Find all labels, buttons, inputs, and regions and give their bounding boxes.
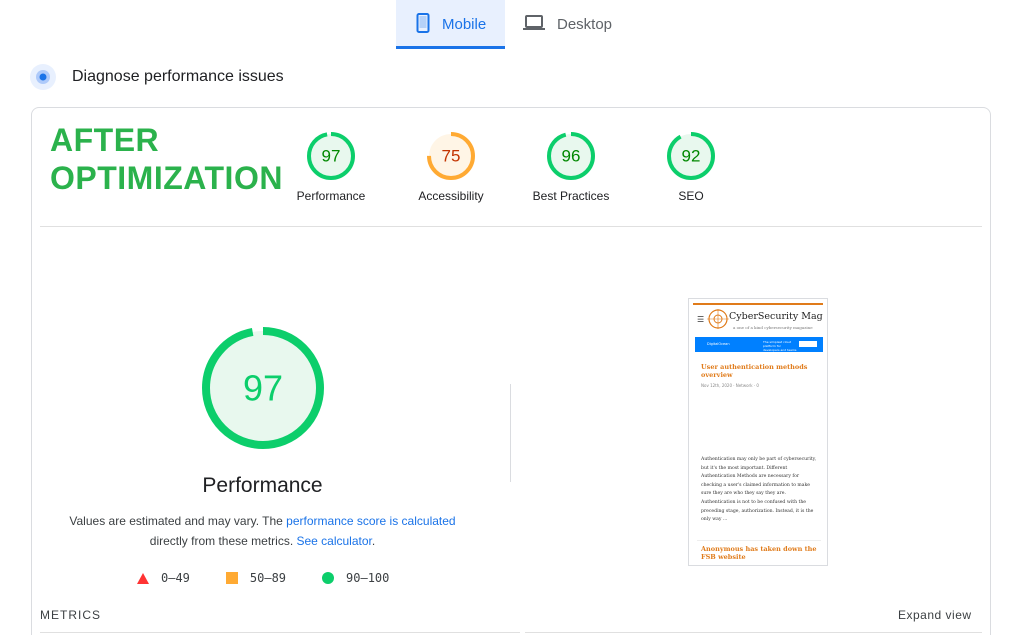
legend-label: 0–49 xyxy=(161,571,190,585)
gauge-score: 97 xyxy=(322,147,341,166)
laptop-icon xyxy=(523,14,545,35)
after-label-line2: OPTIMIZATION xyxy=(50,160,283,196)
section-title: Diagnose performance issues xyxy=(72,68,284,85)
device-tabs: Mobile Desktop xyxy=(396,0,625,49)
smartphone-icon xyxy=(416,12,430,37)
gauge-score: 75 xyxy=(442,147,461,166)
see-calculator-link[interactable]: See calculator xyxy=(296,534,371,548)
page-screenshot[interactable]: ☰ CyberSecurity Mag a one of a kind cybe… xyxy=(688,298,828,566)
legend-label: 90–100 xyxy=(346,571,390,585)
gauge-label: Best Practices xyxy=(532,189,610,203)
after-optimization-label: AFTER OPTIMIZATION xyxy=(50,121,283,197)
tab-mobile[interactable]: Mobile xyxy=(396,0,505,49)
gauge-score: 97 xyxy=(243,368,283,409)
legend-label: 50–89 xyxy=(249,571,287,585)
site-name: CyberSecurity Mag xyxy=(729,311,823,322)
ad-banner: DigitalOcean The simplest cloud platform… xyxy=(695,337,823,352)
tab-desktop-label: Desktop xyxy=(557,16,613,33)
article1-title: User authentication methods overview xyxy=(701,363,808,379)
seo-score-ring: 92 xyxy=(667,132,715,180)
metrics-heading: METRICS xyxy=(40,608,101,622)
gauge-seo[interactable]: 92 SEO xyxy=(636,131,746,203)
best-practices-score-ring: 96 xyxy=(547,132,595,180)
site-tagline: a one of a kind cybersecurity magazine xyxy=(733,325,813,330)
divider xyxy=(40,632,520,633)
banner-brand: DigitalOcean xyxy=(707,342,730,346)
expand-view-button[interactable]: Expand view xyxy=(898,608,972,622)
desc-text: directly from these metrics. xyxy=(149,534,297,548)
divider xyxy=(40,226,982,227)
performance-score-link[interactable]: performance score is calculated xyxy=(286,514,455,528)
hamburger-icon: ☰ xyxy=(697,315,705,324)
article1-meta: Nov 12th, 2020 · Network · 0 xyxy=(701,383,759,388)
legend-pass: 90–100 xyxy=(322,571,389,585)
gauge-performance[interactable]: 97 Performance xyxy=(276,131,386,203)
section-header: Diagnose performance issues xyxy=(30,64,284,90)
fail-triangle-icon xyxy=(137,572,149,584)
gauge-label: Performance xyxy=(296,189,366,203)
main-gauge-title: Performance xyxy=(202,474,323,497)
desc-text: . xyxy=(371,534,376,548)
after-label-line1: AFTER xyxy=(50,122,160,158)
banner-text: The simplest cloud platform for develope… xyxy=(763,340,797,352)
gauge-accessibility[interactable]: 75 Accessibility xyxy=(396,131,506,203)
gauge-label: Accessibility xyxy=(418,189,484,203)
legend-average: 50–89 xyxy=(225,571,287,585)
gauge-score: 92 xyxy=(682,147,701,166)
main-performance-gauge: 97 xyxy=(202,327,324,449)
site-logo-icon xyxy=(707,309,729,329)
desc-text: Values are estimated and may vary. The xyxy=(69,514,287,528)
score-legend: 0–49 50–89 90–100 xyxy=(137,571,425,585)
diagnose-icon xyxy=(30,64,56,90)
gauge-label: SEO xyxy=(678,189,704,203)
performance-score-ring: 97 xyxy=(307,132,355,180)
separator xyxy=(697,540,821,541)
banner-button xyxy=(799,341,817,347)
tab-desktop[interactable]: Desktop xyxy=(505,0,625,49)
tab-mobile-label: Mobile xyxy=(442,16,487,33)
accessibility-score-ring: 75 xyxy=(427,132,475,180)
article1-body: Authentication may only be part of cyber… xyxy=(701,457,817,523)
average-square-icon xyxy=(225,572,238,584)
vertical-divider xyxy=(510,384,511,482)
gauge-best-practices[interactable]: 96 Best Practices xyxy=(516,131,626,203)
article2-title: Anonymous has taken down the FSB website xyxy=(701,545,817,561)
pass-circle-icon xyxy=(322,572,335,584)
gauge-score: 96 xyxy=(562,147,581,166)
score-description: Values are estimated and may vary. The p… xyxy=(60,511,465,551)
legend-fail: 0–49 xyxy=(137,571,190,585)
site-topbar xyxy=(693,303,823,305)
divider xyxy=(525,632,982,633)
